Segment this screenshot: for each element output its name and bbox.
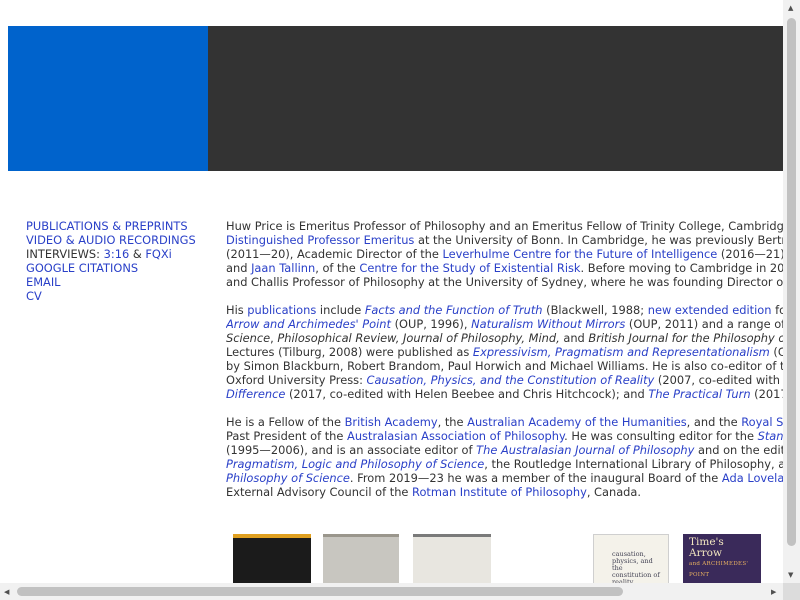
scroll-down-arrow-icon[interactable]: ▼	[788, 571, 793, 579]
nav-cv[interactable]: CV	[26, 289, 42, 303]
link-new-extended-edition[interactable]: new extended edition	[648, 303, 772, 317]
link-philosophy-of-science[interactable]: Philosophy of Science	[226, 471, 350, 485]
link-ajp[interactable]: The Australasian Journal of Philosophy	[476, 443, 694, 457]
vertical-scroll-thumb[interactable]	[787, 18, 796, 546]
link-difference[interactable]: Difference	[226, 387, 285, 401]
horizontal-scroll-thumb[interactable]	[17, 587, 623, 596]
bio-paragraph-1: Huw Price is Emeritus Professor of Philo…	[226, 219, 783, 289]
nav-google-citations[interactable]: GOOGLE CITATIONS	[26, 261, 138, 275]
nav-email[interactable]: EMAIL	[26, 275, 61, 289]
bio-content: Huw Price is Emeritus Professor of Philo…	[226, 219, 783, 584]
book-cover-times-arrow[interactable]: Time's Arrow and ARCHIMEDES' POINT	[683, 534, 761, 586]
scroll-left-arrow-icon[interactable]: ◀	[4, 588, 9, 596]
header-blue-block	[8, 26, 208, 171]
nav-publications[interactable]: PUBLICATIONS & PREPRINTS	[26, 219, 188, 233]
link-stanford-encyclopedia[interactable]: Stanford E	[758, 429, 783, 443]
horizontal-scrollbar[interactable]: ◀ ▶	[0, 583, 783, 600]
link-naturalism-without-mirrors[interactable]: Naturalism Without Mirrors	[471, 317, 625, 331]
link-pragmatism-logic[interactable]: Pragmatism, Logic and Philosophy of Scie…	[226, 457, 484, 471]
header-dark-banner	[208, 26, 783, 171]
bio-paragraph-2: His publications include Facts and the F…	[226, 303, 783, 401]
photo-thumbnail-2[interactable]	[323, 534, 399, 585]
side-nav: PUBLICATIONS & PREPRINTS VIDEO & AUDIO R…	[26, 219, 216, 303]
link-ada-lovelace[interactable]: Ada Lovelace Inst	[722, 471, 783, 485]
link-expressivism[interactable]: Expressivism, Pragmatism and Representat…	[473, 345, 770, 359]
scroll-right-arrow-icon[interactable]: ▶	[771, 588, 776, 596]
link-times-arrow[interactable]: Arrow and Archimedes' Point	[226, 317, 391, 331]
link-rotman[interactable]: Rotman Institute of Philosophy	[412, 485, 587, 499]
vertical-scrollbar[interactable]: ▲ ▼	[783, 0, 800, 583]
link-facts-function-truth[interactable]: Facts and the Function of Truth	[365, 303, 543, 317]
link-practical-turn[interactable]: The Practical Turn	[648, 387, 750, 401]
link-publications[interactable]: publications	[247, 303, 316, 317]
link-cser[interactable]: Centre for the Study of Existential Risk	[359, 261, 580, 275]
photo-thumbnail-3[interactable]	[413, 534, 491, 585]
link-aap[interactable]: Australasian Association of Philosophy	[347, 429, 564, 443]
link-aah[interactable]: Australian Academy of the Humanities	[467, 415, 687, 429]
book-cover-causation[interactable]: causation, physics, and the constitution…	[593, 534, 669, 586]
photo-thumbnail-1[interactable]	[233, 534, 311, 586]
link-distinguished-professor[interactable]: Distinguished Professor Emeritus	[226, 233, 414, 247]
link-leverhulme[interactable]: Leverhulme Centre for the Future of Inte…	[443, 247, 718, 261]
link-jaan-tallinn[interactable]: Jaan Tallinn	[251, 261, 315, 275]
bio-paragraph-3: He is a Fellow of the British Academy, t…	[226, 415, 783, 499]
link-british-academy[interactable]: British Academy	[345, 415, 438, 429]
nav-interviews: INTERVIEWS: 3:16 & FQXi	[26, 247, 172, 261]
nav-video-audio[interactable]: VIDEO & AUDIO RECORDINGS	[26, 233, 196, 247]
nav-interview-316[interactable]: 3:16	[104, 247, 130, 261]
scroll-up-arrow-icon[interactable]: ▲	[788, 4, 793, 12]
link-causation-physics[interactable]: Causation, Physics, and the Constitution…	[367, 373, 655, 387]
nav-interview-fqxi[interactable]: FQXi	[145, 247, 172, 261]
link-royal-society[interactable]: Royal Society	[741, 415, 783, 429]
scrollbar-corner	[783, 583, 800, 600]
